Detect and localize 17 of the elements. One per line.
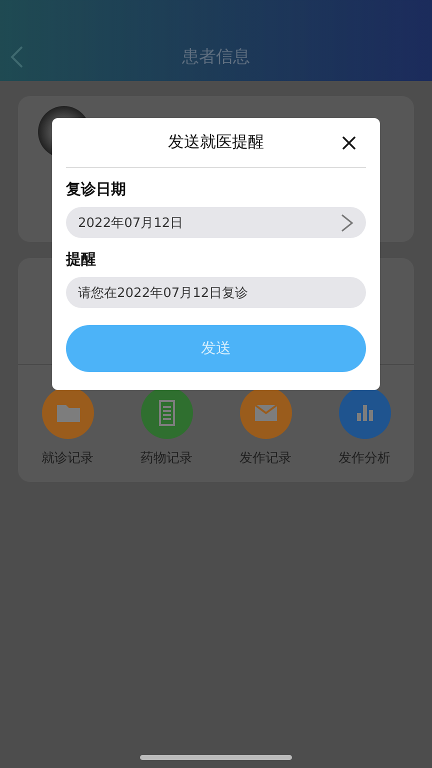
close-icon[interactable]	[342, 136, 356, 150]
page-title: 患者信息	[182, 46, 250, 69]
send-button[interactable]: 发送	[66, 325, 366, 372]
mail-icon[interactable]	[240, 387, 292, 439]
chart-icon[interactable]	[338, 387, 390, 439]
chevron-icon	[340, 214, 354, 232]
menu-label[interactable]: 药物记录	[140, 449, 192, 467]
list-icon[interactable]	[140, 387, 192, 439]
date-field[interactable]: 2022年07月12日	[66, 207, 366, 238]
dialog-title: 发送就医提醒	[168, 132, 264, 153]
input-field[interactable]: 请您在2022年07月12日复诊	[66, 277, 366, 308]
menu-label[interactable]: 发作记录	[240, 449, 292, 467]
folder-icon[interactable]	[42, 387, 94, 439]
field-label: 提醒	[66, 250, 97, 269]
menu-label[interactable]: 发作分析	[338, 449, 390, 467]
field-label: 复诊日期	[66, 180, 127, 199]
menu-label[interactable]: 就诊记录	[42, 449, 94, 467]
